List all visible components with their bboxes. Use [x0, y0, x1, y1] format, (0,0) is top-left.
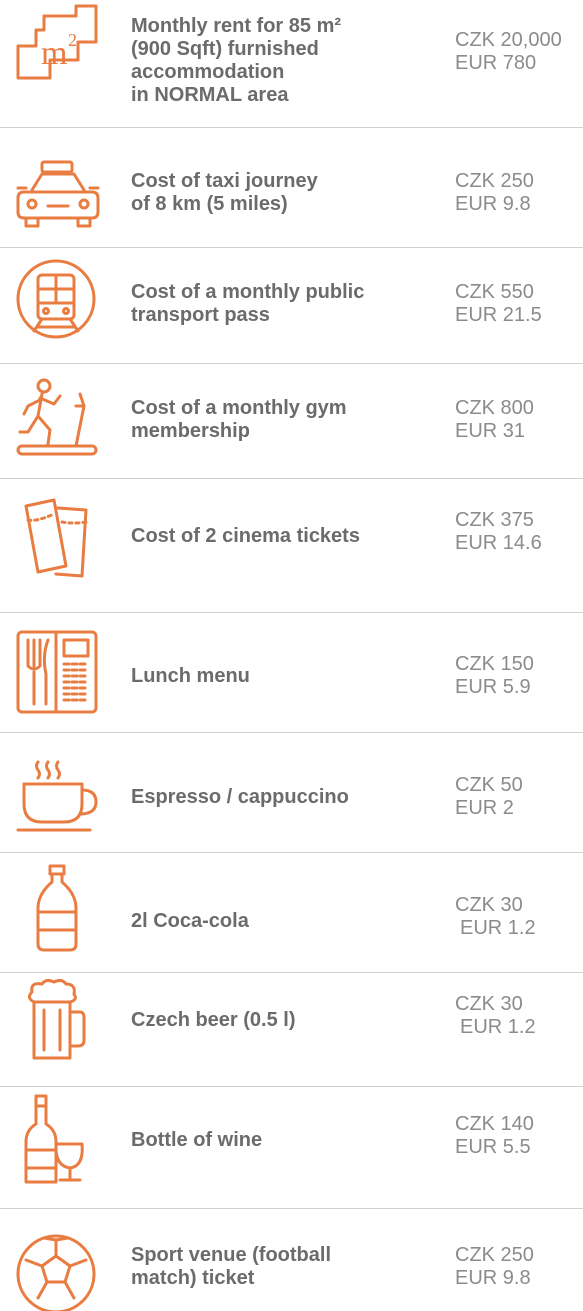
item-price: CZK 30 EUR 1.2: [455, 976, 583, 1056]
divider: [0, 1208, 583, 1209]
price-czk: CZK 30: [455, 894, 523, 916]
item-price: CZK 250 EUR 9.8: [455, 148, 583, 238]
divider: [0, 247, 583, 248]
item-label: 2l Coca-cola: [131, 909, 249, 932]
divider: [0, 972, 583, 973]
item-price: CZK 550 EUR 21.5: [455, 264, 583, 344]
item-label: Cost of 2 cinema tickets: [131, 524, 360, 547]
item-label: Cost of a monthly gym membership: [131, 397, 347, 442]
price-eur: EUR 5.5: [455, 1136, 531, 1158]
divider: [0, 852, 583, 853]
price-czk: CZK 30: [455, 993, 523, 1015]
svg-text:2: 2: [68, 30, 77, 50]
item-price: CZK 50 EUR 2: [455, 752, 583, 842]
item-price: CZK 800 EUR 31: [455, 380, 583, 460]
divider: [0, 478, 583, 479]
price-czk: CZK 375: [455, 509, 534, 531]
item-price: CZK 375 EUR 14.6: [455, 492, 583, 572]
coffee-cup-icon: [14, 752, 102, 842]
divider: [0, 1086, 583, 1087]
divider: [0, 363, 583, 364]
price-eur: EUR 21.5: [455, 304, 542, 326]
item-label: Bottle of wine: [131, 1128, 263, 1151]
football-icon: [14, 1222, 102, 1311]
item-price: CZK 140 EUR 5.5: [455, 1096, 583, 1176]
price-czk: CZK 150: [455, 653, 534, 675]
item-price: CZK 150 EUR 5.9: [455, 636, 583, 716]
square-meter-icon: m 2: [14, 2, 102, 92]
price-eur: EUR 9.8: [455, 193, 531, 215]
price-eur: EUR 5.9: [455, 676, 531, 698]
tram-icon: [14, 255, 102, 345]
price-eur: EUR 780: [455, 52, 537, 74]
divider: [0, 732, 583, 733]
item-label: Lunch menu: [131, 664, 250, 687]
item-label: Czech beer (0.5 l): [131, 1008, 296, 1031]
item-price: CZK 20,000 EUR 780: [455, 2, 583, 102]
price-czk: CZK 140: [455, 1113, 534, 1135]
divider: [0, 612, 583, 613]
price-czk: CZK 250: [455, 1243, 534, 1266]
price-eur: EUR 2: [455, 797, 514, 819]
item-label: Cost of taxi journey of 8 km (5 miles): [131, 170, 318, 215]
item-price: CZK 250 EUR 9.8: [455, 1222, 583, 1311]
item-label: Cost of a monthly public transport pass: [131, 281, 365, 326]
taxi-icon: [14, 148, 102, 238]
price-czk: CZK 250: [455, 170, 534, 192]
price-czk: CZK 800: [455, 397, 534, 419]
price-czk: CZK 550: [455, 281, 534, 303]
soda-bottle-icon: [28, 864, 88, 954]
item-label: Monthly rent for 85 m² (900 Sqft) furnis…: [131, 15, 342, 106]
item-label: Sport venue (football match) ticket: [131, 1243, 331, 1289]
item-price: CZK 30 EUR 1.2: [455, 872, 583, 962]
menu-fork-knife-icon: [14, 626, 102, 716]
price-czk: CZK 50: [455, 774, 523, 796]
price-czk: CZK 20,000: [455, 29, 562, 51]
price-eur: EUR 1.2: [460, 917, 536, 939]
svg-text:m: m: [41, 35, 67, 72]
price-eur: EUR 1.2: [460, 1016, 536, 1038]
price-eur: EUR 31: [455, 420, 526, 442]
price-eur: EUR 14.6: [455, 532, 542, 554]
item-label: Espresso / cappuccino: [131, 785, 349, 808]
price-eur: EUR 9.8: [455, 1266, 531, 1289]
wine-bottle-glass-icon: [14, 1094, 102, 1184]
treadmill-runner-icon: [14, 374, 102, 464]
cinema-tickets-icon: [14, 492, 102, 582]
divider: [0, 127, 583, 128]
beer-mug-icon: [14, 978, 102, 1068]
